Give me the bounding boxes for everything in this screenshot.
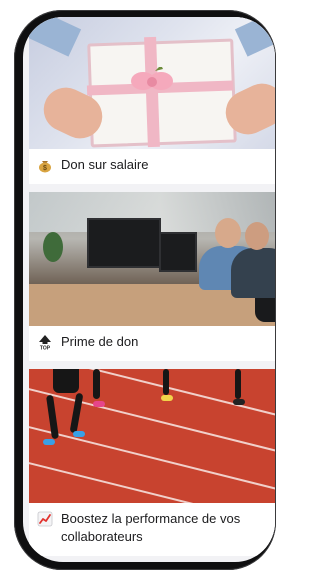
card-caption: $ Don sur salaire	[29, 149, 275, 184]
feed-card-boostez-performance[interactable]: Boostez la performance de vos collaborat…	[29, 369, 275, 556]
money-bag-icon: $	[39, 161, 51, 173]
card-image	[29, 17, 275, 149]
chart-increasing-icon	[37, 511, 53, 527]
card-image	[29, 192, 275, 326]
card-title: Prime de don	[61, 334, 139, 349]
feed-card-prime-de-don[interactable]: TOP Prime de don	[29, 192, 275, 361]
card-caption: TOP Prime de don	[29, 326, 275, 361]
card-title: Don sur salaire	[61, 157, 149, 172]
feed-list: $ Don sur salaire TOP Prime de don Boost…	[29, 17, 275, 562]
card-caption: Boostez la performance de vos collaborat…	[29, 503, 275, 556]
monitor-shape	[87, 218, 161, 268]
monitor-shape	[159, 232, 197, 272]
feed-card-don-sur-salaire[interactable]: $ Don sur salaire	[29, 17, 275, 184]
card-image	[29, 369, 275, 503]
phone-screen: $ Don sur salaire TOP Prime de don Boost…	[23, 17, 275, 562]
card-title: Boostez la performance de vos collaborat…	[61, 511, 241, 544]
gift-bow-shape	[131, 67, 173, 90]
top-arrow-icon: TOP	[39, 335, 51, 351]
svg-text:TOP: TOP	[40, 346, 51, 351]
svg-text:$: $	[43, 165, 47, 172]
